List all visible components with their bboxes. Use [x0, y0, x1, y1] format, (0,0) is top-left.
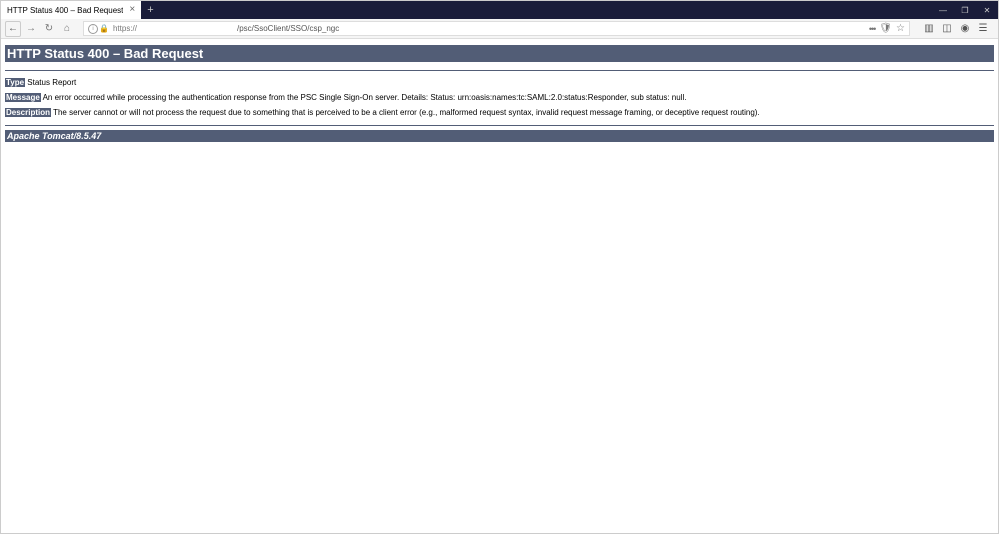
description-row: Description The server cannot or will no…: [5, 105, 994, 120]
url-protocol: https://: [113, 24, 137, 33]
url-text: https:// /psc/SsoClient/SSO/csp_ngc: [113, 24, 865, 33]
home-button[interactable]: ⌂: [59, 21, 75, 37]
info-icon: i: [88, 24, 98, 34]
toolbar-right: ▥ ◫ ◉ ☰: [918, 23, 994, 34]
page-title: HTTP Status 400 – Bad Request: [5, 45, 994, 62]
description-value: The server cannot or will not process th…: [51, 108, 760, 117]
message-value: An error occurred while processing the a…: [41, 93, 687, 102]
tabs: HTTP Status 400 – Bad Request × +: [1, 1, 160, 19]
titlebar: HTTP Status 400 – Bad Request × + — ❐ ✕: [1, 1, 998, 19]
page-content: HTTP Status 400 – Bad Request Type Statu…: [1, 39, 998, 148]
forward-button[interactable]: →: [23, 21, 39, 37]
library-icon[interactable]: ▥: [922, 23, 936, 34]
minimize-button[interactable]: —: [932, 1, 954, 19]
type-value: Status Report: [25, 78, 76, 87]
new-tab-button[interactable]: +: [141, 1, 159, 19]
site-identity[interactable]: i 🔒: [84, 24, 113, 34]
menu-icon[interactable]: ☰: [976, 23, 990, 34]
maximize-button[interactable]: ❐: [954, 1, 976, 19]
toolbar: ← → ↻ ⌂ i 🔒 https:// /psc/SsoClient/SSO/…: [1, 19, 998, 39]
tracking-shield-icon[interactable]: 🛡: [879, 23, 892, 34]
close-icon[interactable]: ×: [129, 5, 135, 15]
message-row: Message An error occurred while processi…: [5, 90, 994, 105]
back-button[interactable]: ←: [5, 21, 21, 37]
type-row: Type Status Report: [5, 75, 994, 90]
divider: [5, 70, 994, 71]
lock-icon: 🔒: [99, 24, 109, 33]
extension-icon[interactable]: ◉: [958, 23, 972, 34]
close-window-button[interactable]: ✕: [976, 1, 998, 19]
divider: [5, 125, 994, 126]
message-label: Message: [5, 93, 41, 102]
tab-title: HTTP Status 400 – Bad Request: [7, 6, 123, 15]
description-label: Description: [5, 108, 51, 117]
sidebar-icon[interactable]: ◫: [940, 23, 954, 34]
address-bar[interactable]: i 🔒 https:// /psc/SsoClient/SSO/csp_ngc …: [83, 21, 910, 36]
address-actions: ••• 🛡 ☆: [865, 23, 909, 34]
url-path: /psc/SsoClient/SSO/csp_ngc: [237, 24, 339, 33]
bookmark-star-icon[interactable]: ☆: [896, 23, 905, 34]
page-actions-icon[interactable]: •••: [869, 24, 875, 34]
type-label: Type: [5, 78, 25, 87]
tab-active[interactable]: HTTP Status 400 – Bad Request ×: [1, 1, 141, 19]
server-version: Apache Tomcat/8.5.47: [5, 130, 994, 142]
window-controls: — ❐ ✕: [932, 1, 998, 19]
reload-button[interactable]: ↻: [41, 21, 57, 37]
